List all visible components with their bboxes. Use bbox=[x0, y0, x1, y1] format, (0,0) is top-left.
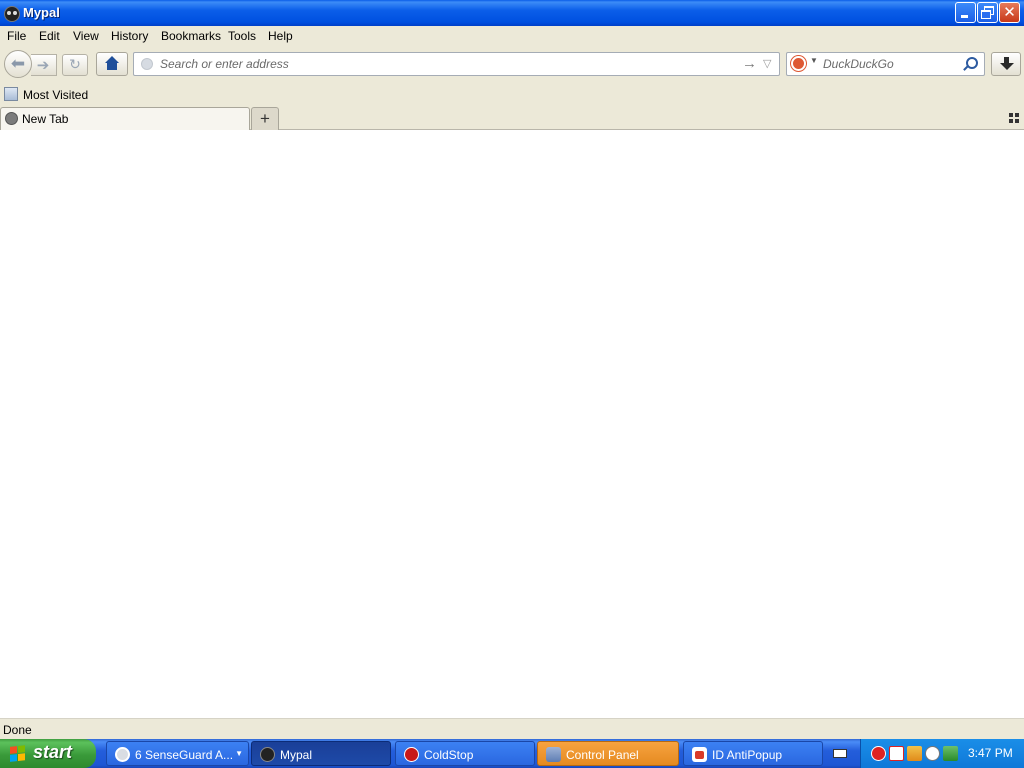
taskbar-item-id-antipopup[interactable]: ID AntiPopup bbox=[683, 741, 823, 766]
task-label: Control Panel bbox=[566, 748, 639, 762]
forward-arrow-icon: ➔ bbox=[36, 57, 50, 74]
task-label: 6 SenseGuard A... bbox=[135, 748, 234, 762]
antimalware-tray-icon[interactable] bbox=[871, 746, 886, 761]
duckduckgo-icon[interactable] bbox=[791, 56, 806, 71]
status-text: Done bbox=[3, 723, 32, 737]
tab-groups-icon[interactable] bbox=[1009, 113, 1019, 123]
home-icon bbox=[105, 56, 119, 63]
menu-history[interactable]: History bbox=[111, 29, 148, 43]
back-arrow-icon: ⬅ bbox=[10, 54, 26, 73]
task-label: Mypal bbox=[280, 748, 313, 762]
forward-button[interactable]: ➔ bbox=[31, 54, 57, 76]
taskbar-item-mypal[interactable]: Mypal bbox=[251, 741, 391, 766]
new-tab-button[interactable]: + bbox=[251, 107, 279, 130]
tab-new-tab[interactable]: New Tab bbox=[0, 107, 250, 130]
taskbar: start 6 SenseGuard A... ▼ Mypal ColdStop… bbox=[0, 739, 1024, 768]
page-content[interactable] bbox=[0, 130, 1024, 718]
clock[interactable]: 3:47 PM bbox=[968, 746, 1013, 760]
menu-edit[interactable]: Edit bbox=[39, 29, 60, 43]
window-title: Mypal bbox=[23, 5, 60, 20]
menu-file[interactable]: File bbox=[7, 29, 26, 43]
app-tray-icon[interactable] bbox=[907, 746, 922, 761]
windows-logo-icon bbox=[10, 745, 26, 763]
group-dropdown-icon: ▼ bbox=[235, 749, 243, 758]
control-panel-icon bbox=[546, 747, 561, 762]
plus-icon: + bbox=[260, 109, 270, 128]
go-arrow-icon[interactable]: → bbox=[742, 55, 757, 72]
site-identity-icon bbox=[141, 58, 153, 70]
address-input[interactable] bbox=[160, 56, 730, 72]
home-button[interactable] bbox=[96, 52, 128, 76]
navigation-toolbar: ➔ ⬅ ↻ → ▽ ▼ bbox=[0, 46, 1024, 84]
bookmark-most-visited[interactable]: Most Visited bbox=[23, 88, 88, 102]
close-icon: ✕ bbox=[1003, 4, 1016, 21]
back-button[interactable]: ⬅ bbox=[4, 50, 32, 78]
tab-bar: New Tab + bbox=[0, 106, 1024, 130]
security-tray-icon[interactable] bbox=[889, 746, 904, 761]
search-bar[interactable]: ▼ bbox=[786, 52, 985, 76]
network-tray-icon[interactable] bbox=[925, 746, 940, 761]
keyboard-icon[interactable] bbox=[833, 749, 847, 758]
system-tray: 3:47 PM bbox=[860, 739, 1024, 768]
title-bar[interactable]: Mypal ✕ bbox=[0, 0, 1024, 26]
task-label: ID AntiPopup bbox=[712, 748, 783, 762]
menu-help[interactable]: Help bbox=[268, 29, 293, 43]
reload-icon: ↻ bbox=[69, 56, 81, 72]
mypal-icon bbox=[260, 747, 275, 762]
address-dropdown-icon[interactable]: ▽ bbox=[763, 57, 771, 70]
menu-view[interactable]: View bbox=[73, 29, 99, 43]
search-input[interactable] bbox=[823, 56, 953, 72]
downloads-button[interactable] bbox=[991, 52, 1021, 76]
search-engine-dropdown-icon[interactable]: ▼ bbox=[810, 56, 818, 65]
status-bar: Done bbox=[0, 718, 1024, 739]
most-visited-icon[interactable] bbox=[4, 87, 18, 101]
taskbar-item-coldstop[interactable]: ColdStop bbox=[395, 741, 535, 766]
menu-bookmarks[interactable]: Bookmarks bbox=[161, 29, 221, 43]
taskbar-item-senseguard[interactable]: 6 SenseGuard A... ▼ bbox=[106, 741, 249, 766]
antipopup-icon bbox=[692, 747, 707, 762]
menu-tools[interactable]: Tools bbox=[228, 29, 256, 43]
restore-button[interactable] bbox=[977, 2, 998, 23]
stop-sign-icon bbox=[404, 747, 419, 762]
bookmarks-toolbar: Most Visited bbox=[0, 84, 1024, 106]
start-button[interactable]: start bbox=[0, 739, 96, 768]
taskbar-item-control-panel[interactable]: Control Panel bbox=[537, 741, 679, 766]
search-icon[interactable] bbox=[966, 57, 978, 69]
start-label: start bbox=[33, 742, 73, 762]
menu-bar: File Edit View History Bookmarks Tools H… bbox=[0, 26, 1024, 46]
task-label: ColdStop bbox=[424, 748, 474, 762]
senseguard-icon bbox=[115, 747, 130, 762]
update-tray-icon[interactable] bbox=[943, 746, 958, 761]
tab-label: New Tab bbox=[22, 112, 69, 126]
close-button[interactable]: ✕ bbox=[999, 2, 1020, 23]
address-bar[interactable]: → ▽ bbox=[133, 52, 780, 76]
mypal-icon bbox=[4, 6, 20, 22]
minimize-button[interactable] bbox=[955, 2, 976, 23]
globe-icon bbox=[5, 112, 18, 125]
reload-button[interactable]: ↻ bbox=[62, 54, 88, 76]
